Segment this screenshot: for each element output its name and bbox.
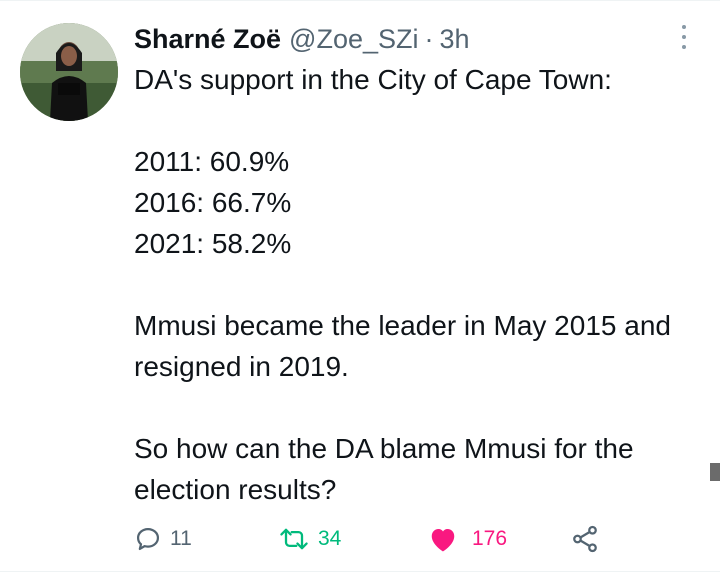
separator-dot: · xyxy=(424,24,434,54)
author-handle[interactable]: @Zoe_SZi xyxy=(289,21,418,57)
tweet-header: Sharné Zoë @Zoe_SZi · 3h xyxy=(134,21,470,57)
author-name[interactable]: Sharné Zoë xyxy=(134,21,281,57)
timestamp[interactable]: 3h xyxy=(440,21,470,57)
tweet-line-2021: 2021: 58.2% xyxy=(134,228,292,259)
reply-button[interactable]: 11 xyxy=(134,521,192,557)
retweet-button[interactable]: 34 xyxy=(278,521,341,557)
avatar[interactable] xyxy=(20,23,118,121)
tweet-text: DA's support in the City of Cape Town: 2… xyxy=(134,59,704,510)
share-button[interactable] xyxy=(570,521,600,557)
share-icon xyxy=(570,524,600,554)
heart-icon xyxy=(428,525,458,553)
retweet-count: 34 xyxy=(318,527,342,550)
like-count: 176 xyxy=(472,527,508,550)
tweet-card[interactable]: Sharné Zoë @Zoe_SZi · 3h DA's support in… xyxy=(0,0,720,572)
tweet-line-intro: DA's support in the City of Cape Town: xyxy=(134,64,612,95)
reply-icon xyxy=(134,525,162,553)
scrollbar-thumb[interactable] xyxy=(710,463,720,481)
tweet-paragraph-question: So how can the DA blame Mmusi for the el… xyxy=(134,433,634,505)
like-button[interactable]: 176 xyxy=(428,521,507,557)
action-bar: 11 34 176 xyxy=(134,521,614,557)
retweet-icon xyxy=(278,525,310,553)
tweet-line-2016: 2016: 66.7% xyxy=(134,187,292,218)
tweet-line-2011: 2011: 60.9% xyxy=(134,146,290,177)
reply-count: 11 xyxy=(170,527,192,550)
tweet-paragraph-leader: Mmusi became the leader in May 2015 and … xyxy=(134,310,671,382)
more-options-icon[interactable] xyxy=(676,23,692,51)
